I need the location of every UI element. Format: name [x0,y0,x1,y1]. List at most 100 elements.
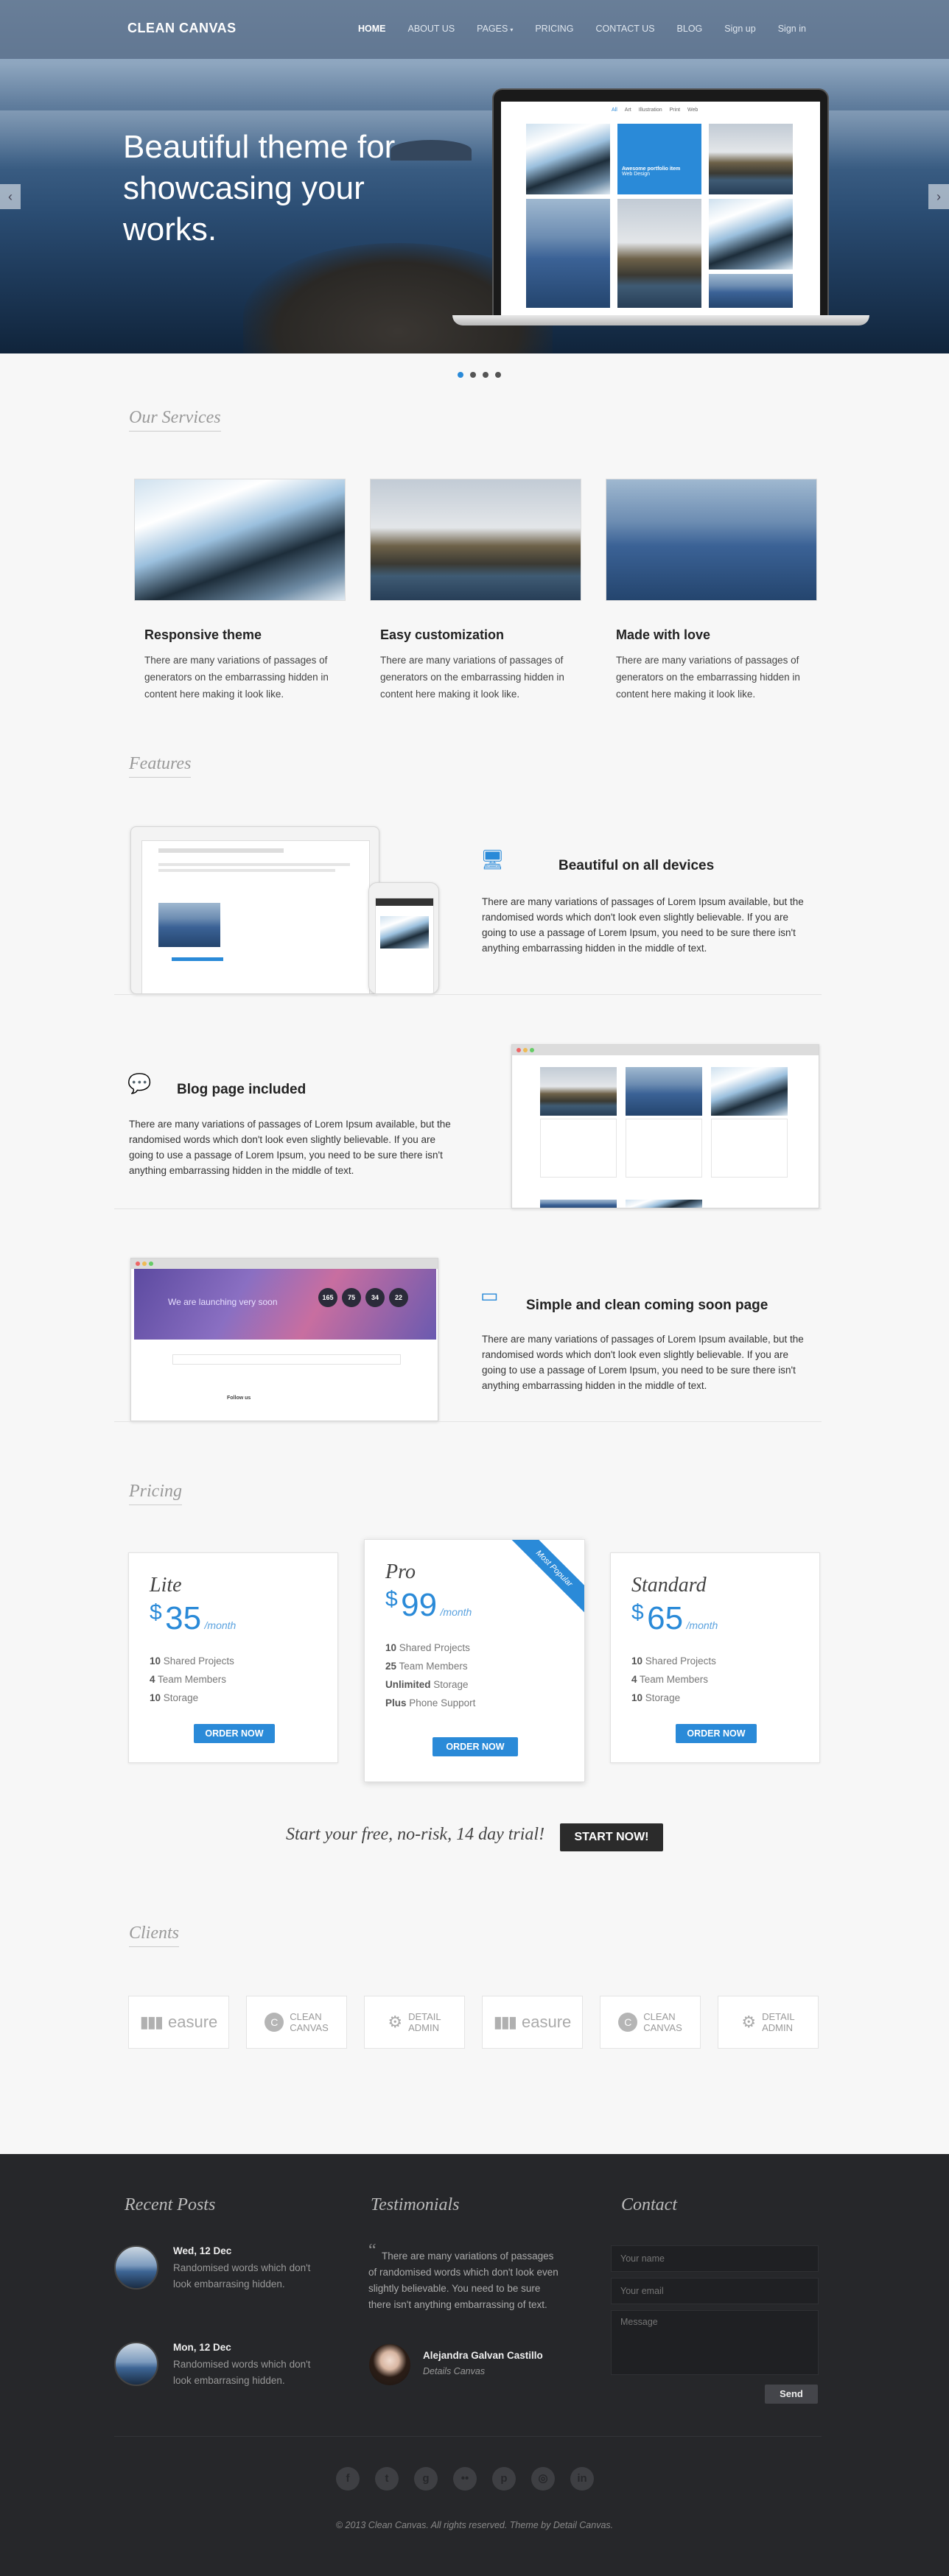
client-logo[interactable]: ⚙ DETAIL ADMIN [364,1996,465,2049]
nav-about[interactable]: ABOUT US [408,24,455,34]
filter-tab[interactable]: Illustration [639,108,662,113]
pinterest-icon[interactable]: p [492,2467,516,2491]
feature-value: 10 [150,1655,161,1667]
portfolio-thumb[interactable] [709,124,793,194]
plan-period: /month [686,1619,718,1631]
screen-line [172,957,223,961]
plan-feature: 10 Storage [631,1689,819,1707]
countdown-counter: 22 [389,1288,408,1307]
filter-tab[interactable]: Web [687,108,698,113]
countdown-counter: 75 [342,1288,361,1307]
email-field[interactable] [611,2278,819,2304]
portfolio-thumb[interactable] [709,199,793,270]
blog-thumb [540,1200,617,1208]
portfolio-thumb[interactable] [709,274,793,308]
service-image [370,479,581,601]
service-image [134,479,346,601]
blog-thumb [540,1067,617,1116]
clients-heading: Clients [129,1924,180,1947]
chevron-left-icon[interactable]: ‹ [0,184,21,209]
feature-label: Shared Projects [645,1655,716,1667]
client-name-bottom: CANVAS [643,2022,682,2033]
filter-tab[interactable]: Print [670,108,680,113]
send-button[interactable]: Send [765,2385,818,2404]
countdown-counter: 34 [365,1288,385,1307]
features-heading: Features [129,754,192,778]
portfolio-feature-sub: Web Design [622,172,651,177]
name-field[interactable] [611,2245,819,2272]
flickr-icon[interactable]: •• [453,2467,477,2491]
google-plus-icon[interactable]: g [414,2467,438,2491]
plan-feature: 4 Team Members [631,1670,819,1689]
divider [114,1421,822,1422]
post-text: Randomised words which don't look embarr… [173,2359,311,2386]
client-name: CLEAN CANVAS [643,2011,682,2033]
portfolio-feature-card[interactable]: Awesome portfolio item Web Design [617,124,701,194]
portfolio-thumb[interactable] [526,124,610,194]
filter-tab[interactable]: All [612,108,617,113]
service-text: There are many variations of passages of… [144,655,329,700]
countdown: 165 75 34 22 [318,1288,408,1307]
slider-dot[interactable] [495,372,501,378]
coming-soon-mockup: We are launching very soon 165 75 34 22 … [130,1258,438,1421]
feature-value: Unlimited [385,1679,431,1690]
feature-title: Beautiful on all devices [558,858,715,873]
nav-pages[interactable]: PAGES ▾ [477,24,513,34]
nav-signin[interactable]: Sign in [778,24,806,34]
tablet-screen [141,840,370,993]
slider-dot[interactable] [470,372,476,378]
nav-pricing[interactable]: PRICING [535,24,573,34]
slider-dot[interactable] [458,372,463,378]
nav-blog[interactable]: BLOG [677,24,703,34]
service-image [606,479,817,601]
nav-contact[interactable]: CONTACT US [595,24,654,34]
client-logo[interactable]: ▮▮▮ easure [482,1996,583,2049]
facebook-icon[interactable]: f [336,2467,360,2491]
service-card: Made with love There are many variations… [606,479,817,703]
browser-dot [530,1048,534,1052]
linkedin-icon[interactable]: in [570,2467,594,2491]
site-logo[interactable]: CLEAN CANVAS [127,21,237,36]
nav-signup[interactable]: Sign up [724,24,755,34]
recent-post[interactable]: Wed, 12 Dec Randomised words which don't… [114,2245,335,2297]
browser-dot [149,1261,153,1266]
phone-mockup [368,882,439,994]
recent-post[interactable]: Mon, 12 Dec Randomised words which don't… [114,2342,335,2393]
slider-dot[interactable] [483,372,488,378]
client-name: easure [522,2013,572,2031]
dribbble-icon[interactable]: ◎ [531,2467,555,2491]
post-text: Randomised words which don't look embarr… [173,2262,311,2290]
nav-home[interactable]: HOME [358,24,386,34]
pricing-plan-pro: Most Popular Pro $ 99 /month 10 Shared P… [364,1539,585,1782]
portfolio-thumb[interactable] [617,199,701,308]
plan-feature: 10 Shared Projects [631,1652,819,1670]
twitter-icon[interactable]: t [375,2467,399,2491]
client-name-top: DETAIL [408,2011,441,2022]
plan-feature: 10 Shared Projects [150,1652,337,1670]
client-logo[interactable]: C CLEAN CANVAS [600,1996,701,2049]
service-card: Responsive theme There are many variatio… [134,479,346,703]
order-now-button[interactable]: ORDER NOW [433,1737,518,1756]
order-now-button[interactable]: ORDER NOW [676,1724,757,1743]
plan-name: Lite [150,1574,182,1597]
plan-period: /month [204,1619,237,1631]
start-now-button[interactable]: START NOW! [560,1823,663,1851]
client-logo[interactable]: ▮▮▮ easure [128,1996,229,2049]
devices-icon: 🖥 [480,848,505,870]
blog-card [540,1119,617,1178]
filter-tab[interactable]: Art [625,108,631,113]
blog-thumb [626,1200,702,1208]
browser-bar [512,1045,819,1055]
portfolio-thumb[interactable] [526,199,610,308]
client-logo[interactable]: ⚙ DETAIL ADMIN [718,1996,819,2049]
services-heading: Our Services [129,408,221,432]
post-date: Wed, 12 Dec [173,2245,232,2256]
chevron-right-icon[interactable]: › [928,184,949,209]
site-header: CLEAN CANVAS HOME ABOUT US PAGES ▾ PRICIN… [0,0,949,59]
order-now-button[interactable]: ORDER NOW [194,1724,275,1743]
client-logo[interactable]: C CLEAN CANVAS [246,1996,347,2049]
feature-label: Shared Projects [163,1655,234,1667]
message-field[interactable] [611,2310,819,2375]
screen-line [158,863,350,866]
blog-thumb [626,1067,702,1116]
